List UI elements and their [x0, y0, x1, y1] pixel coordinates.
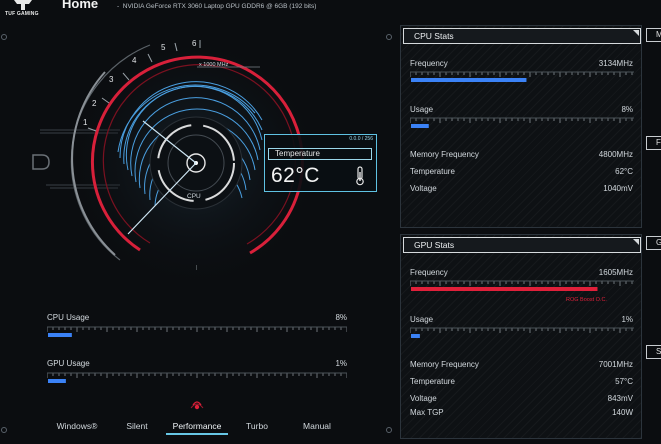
cpu-usage-stat-bar — [410, 117, 634, 128]
gpu-usage-value: 1% — [335, 359, 347, 368]
gpu-usage-label: GPU Usage — [47, 359, 90, 368]
gpu-boost-label: ROG Boost O.C. — [566, 297, 607, 303]
gpu-memory-frequency-label: Memory Frequency — [410, 360, 479, 369]
side-tab-2-label: F — [656, 138, 661, 147]
gpu-frequency-value: 1605MHz — [598, 268, 633, 277]
temperature-label: Temperature — [268, 148, 372, 160]
mode-tab-windows[interactable]: Windows® — [50, 419, 104, 433]
temperature-value: 62°C — [271, 164, 320, 187]
cpu-temperature-value: 62°C — [615, 167, 633, 176]
cpu-memory-frequency-value: 4800MHz — [598, 150, 633, 159]
side-panel-tab-4[interactable]: S — [646, 345, 661, 359]
side-panel-tab-2[interactable]: F — [646, 136, 661, 150]
side-tab-3-label: G — [656, 238, 661, 247]
mode-tab-silent[interactable]: Silent — [120, 419, 154, 433]
panel-corner-icon — [633, 30, 639, 36]
cpu-voltage-label: Voltage — [410, 184, 437, 193]
gpu-info-text: NVIDIA GeForce RTX 3060 Laptop GPU GDDR6… — [122, 3, 317, 10]
panel-corner-icon — [633, 239, 639, 245]
gpu-temperature-label: Temperature — [410, 377, 455, 386]
cpu-usage-stat-label: Usage — [410, 105, 434, 114]
mode-indicator-icon — [190, 401, 204, 410]
cpu-usage-label: CPU Usage — [47, 313, 90, 322]
corner-dot-icon — [386, 427, 392, 433]
corner-dot-icon — [1, 427, 7, 433]
gauge-center-label: CPU — [187, 193, 201, 200]
cpu-stats-header: CPU Stats — [403, 28, 641, 44]
gauge-tick-3: 3 — [109, 75, 114, 84]
mode-tab-manual[interactable]: Manual — [296, 419, 338, 433]
cpu-stats-title: CPU Stats — [414, 31, 454, 41]
gpu-voltage-label: Voltage — [410, 394, 437, 403]
temperature-panel: 0.0.0 / 256 Temperature 62°C — [264, 134, 377, 192]
gpu-usage-stat-label: Usage — [410, 315, 434, 324]
mode-tab-turbo[interactable]: Turbo — [240, 419, 274, 433]
gpu-stats-title: GPU Stats — [414, 240, 455, 250]
thermometer-icon — [356, 166, 364, 186]
gpu-memory-frequency-value: 7001MHz — [598, 360, 633, 369]
svg-text:|: | — [196, 265, 197, 271]
gauge-tick-6: 6 — [192, 39, 197, 48]
gpu-frequency-bar — [410, 280, 634, 291]
cpu-frequency-value: 3134MHz — [598, 59, 633, 68]
gpu-usage-stat-value: 1% — [621, 315, 633, 324]
mode-tab-performance[interactable]: Performance — [166, 419, 228, 435]
gauge-tick-2: 2 — [92, 99, 97, 108]
gpu-usage-bar — [47, 372, 347, 383]
gpu-info: - NVIDIA GeForce RTX 3060 Laptop GPU GDD… — [117, 3, 316, 10]
cpu-memory-frequency-label: Memory Frequency — [410, 150, 479, 159]
side-tab-4-label: S — [656, 347, 661, 356]
cpu-usage-bar — [47, 326, 347, 337]
gauge-tick-4: 4 — [132, 56, 137, 65]
gauge-tick-5: 5 — [161, 43, 166, 52]
cpu-usage-stat-value: 8% — [621, 105, 633, 114]
cpu-stats-panel: CPU Stats Frequency 3134MHz Usage 8% Mem… — [400, 25, 642, 228]
gpu-stats-panel: GPU Stats Frequency 1605MHz ROG Boost O.… — [400, 234, 642, 439]
gauge-tick-1: 1 — [83, 118, 88, 127]
cpu-frequency-bar — [410, 71, 634, 82]
gpu-temperature-value: 57°C — [615, 377, 633, 386]
logo-text: TUF GAMING — [5, 11, 39, 17]
gpu-usage-stat-bar — [410, 327, 634, 338]
side-tab-1-label: M — [656, 30, 661, 39]
cpu-usage-value: 8% — [335, 313, 347, 322]
gpu-max-tgp-value: 140W — [612, 408, 633, 417]
gpu-max-tgp-label: Max TGP — [410, 408, 444, 417]
temperature-version: 0.0.0 / 256 — [349, 136, 373, 142]
page-title: Home — [62, 0, 99, 11]
cpu-frequency-label: Frequency — [410, 59, 448, 68]
cpu-voltage-value: 1040mV — [603, 184, 633, 193]
cpu-temperature-label: Temperature — [410, 167, 455, 176]
gpu-frequency-label: Frequency — [410, 268, 448, 277]
side-panel-tab-3[interactable]: G — [646, 236, 661, 250]
gpu-stats-header: GPU Stats — [403, 237, 641, 253]
side-panel-tab-1[interactable]: M — [646, 28, 661, 42]
gpu-voltage-value: 843mV — [607, 394, 633, 403]
